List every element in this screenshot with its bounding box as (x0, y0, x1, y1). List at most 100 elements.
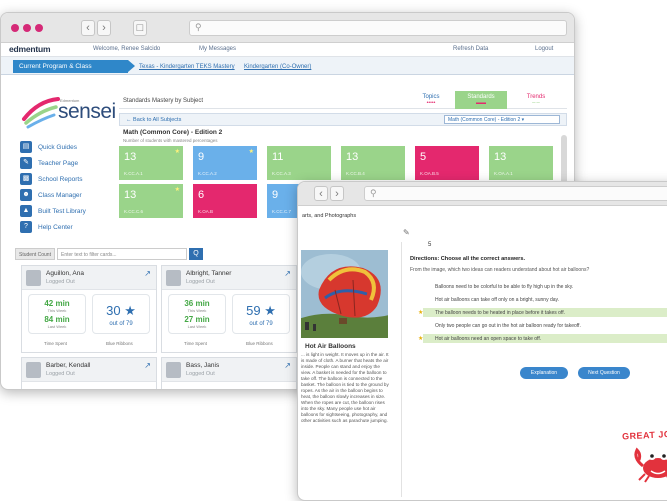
pin-icon[interactable]: ↗ (144, 361, 151, 370)
next-question-button[interactable]: Next Question (578, 367, 630, 379)
student-status: Logged Out (186, 279, 215, 285)
breadcrumb-program-link[interactable]: Texas - Kindergarten TEKS Mastery (139, 64, 235, 70)
answer-option-selected[interactable]: Hot air balloons need an open space to t… (423, 334, 667, 343)
library-icon: ▲ (20, 205, 32, 217)
student-name: Aguillon, Ana (46, 270, 84, 277)
forward-arrow-icon[interactable]: › (97, 20, 111, 36)
standard-tile[interactable]: 5 K.OA.B.5 (415, 146, 479, 180)
tile-standard-code: K.CC.C.6 (124, 209, 144, 214)
logout-link[interactable]: Logout (535, 46, 553, 52)
student-status: Logged Out (46, 371, 75, 377)
article-body: ... is light in weight. It moves up in t… (301, 352, 389, 423)
pin-icon[interactable]: ↗ (284, 361, 291, 370)
browser-toolbar: ‹ › ⚲ (298, 182, 667, 206)
book-icon: ▤ (20, 141, 32, 153)
standard-tile[interactable]: 11 K.CC.A.3 (267, 146, 331, 180)
avatar (166, 362, 181, 378)
breadcrumb-current-program[interactable]: Current Program & Class (13, 60, 128, 73)
answer-option[interactable]: Hot air balloons can take off only on a … (423, 295, 667, 304)
sensei-logo: Edmentum sensei (20, 91, 120, 136)
pencil-icon[interactable]: ✎ (403, 228, 410, 237)
breadcrumb-class-link[interactable]: Kindergarten (Co-Owner) (244, 64, 311, 70)
panel-title: Standards Mastery by Subject (123, 98, 204, 104)
tab-standards[interactable]: Standards ▬▬ (455, 91, 507, 109)
standard-tile[interactable]: 6 K.OA.B (193, 184, 257, 218)
tile-standard-code: K.OA.A.1 (494, 171, 513, 176)
standard-tile[interactable]: 13 K.CC.C.6 ★ (119, 184, 183, 218)
tile-standard-code: K.OA.B (198, 209, 214, 214)
student-card-header: Bass, Janis Logged Out ↗ (162, 358, 296, 382)
tile-count: 13 (494, 151, 507, 163)
help-icon: ? (20, 221, 32, 233)
answer-option[interactable]: Only two people can go out in the hot ai… (423, 321, 667, 330)
answer-option[interactable]: Balloons need to be colorful to be able … (423, 282, 667, 291)
student-card[interactable]: Bass, Janis Logged Out ↗ (161, 357, 297, 389)
forward-arrow-icon[interactable]: › (330, 186, 344, 201)
tile-count: 5 (420, 151, 427, 163)
tile-standard-code: K.OA.B.5 (420, 171, 439, 176)
student-status: Logged Out (46, 279, 75, 285)
standard-tile[interactable]: 9 K.CC.A.2 ★ (193, 146, 257, 180)
users-icon: ☻ (20, 189, 32, 201)
standard-tile[interactable]: 13 K.CC.A.1 ★ (119, 146, 183, 180)
tile-standard-code: K.CC.A.1 (124, 171, 143, 176)
tile-standard-code: K.CC.C.7 (272, 209, 292, 214)
pencil-icon: ✎ (20, 157, 32, 169)
tile-count: 9 (198, 151, 205, 163)
filter-search-button[interactable]: Q (189, 248, 203, 260)
tile-count: 11 (272, 151, 284, 163)
student-status: Logged Out (186, 371, 215, 377)
avatar (166, 270, 181, 286)
breadcrumb-arrow (128, 60, 135, 72)
student-name: Bass, Janis (186, 362, 220, 369)
student-card[interactable]: Albright, Tanner Logged Out ↗ 36 min Thi… (161, 265, 297, 353)
tab-topics[interactable]: Topics ••••• (411, 91, 451, 109)
divider (401, 242, 402, 497)
standard-tile[interactable]: 13 K.CC.B.4 (341, 146, 405, 180)
star-icon: ★ (248, 149, 254, 155)
student-card[interactable]: Aguillon, Ana Logged Out ↗ 42 min This W… (21, 265, 157, 353)
standards-bar-icon: ▬▬ (476, 100, 486, 106)
back-to-subjects-link[interactable]: ← Back to All Subjects (126, 117, 181, 123)
star-icon: ★ (174, 187, 180, 193)
filter-input[interactable]: Enter text to filter cards... (57, 248, 187, 260)
topics-dots-icon: ••••• (426, 100, 436, 106)
tab-trends[interactable]: Trends ∼∼ (511, 91, 561, 109)
assessment-browser-window: ‹ › ⚲ arts, and Photographs ✎ Hot Air Ba… (297, 181, 667, 501)
student-card-header: Albright, Tanner Logged Out ↗ (162, 266, 296, 290)
student-card[interactable]: Barber, Kendall Logged Out ↗ (21, 357, 157, 389)
blue-ribbons-box: 30 ★ out of 79 (92, 294, 150, 334)
pin-icon[interactable]: ↗ (144, 269, 151, 278)
share-icon[interactable]: □ (133, 20, 147, 36)
search-icon: ⚲ (195, 22, 202, 32)
back-arrow-icon[interactable]: ‹ (81, 20, 95, 36)
panel-header: Standards Mastery by Subject Topics ••••… (119, 91, 567, 109)
address-bar[interactable]: ⚲ (364, 186, 667, 201)
tile-count: 13 (124, 151, 137, 163)
crab-mascot-icon (634, 447, 667, 483)
refresh-data-link[interactable]: Refresh Data (453, 46, 488, 52)
close-window-icon[interactable] (11, 24, 19, 32)
minimize-window-icon[interactable] (23, 24, 31, 32)
student-filter: Student Count Enter text to filter cards… (15, 248, 205, 260)
pin-icon[interactable]: ↗ (284, 269, 291, 278)
address-bar[interactable]: ⚲ (189, 20, 567, 36)
standard-tile[interactable]: 13 K.OA.A.1 (489, 146, 553, 180)
section-subtitle: Number of students with mastered percent… (123, 138, 218, 143)
filter-label: Student Count (15, 248, 55, 260)
messages-link[interactable]: My Messages (199, 46, 236, 52)
article-title: Hot Air Balloons (305, 343, 356, 350)
back-arrow-icon[interactable]: ‹ (314, 186, 328, 201)
explanation-button[interactable]: Explanation (520, 367, 568, 379)
answer-option-selected[interactable]: The balloon needs to be heated in place … (423, 308, 667, 317)
student-name: Barber, Kendall (46, 362, 91, 369)
maximize-window-icon[interactable] (35, 24, 43, 32)
tile-standard-code: K.CC.A.2 (198, 171, 217, 176)
welcome-link[interactable]: Welcome, Renee Salcido (93, 46, 160, 52)
logo-sensei-text: sensei (58, 100, 116, 123)
question-number: 5 (428, 242, 432, 248)
tile-count: 6 (198, 189, 205, 201)
subject-select[interactable]: Math (Common Core) - Edition 2 ▾ (444, 115, 560, 124)
brand-logo: edmentum (9, 44, 51, 54)
avatar (26, 362, 41, 378)
